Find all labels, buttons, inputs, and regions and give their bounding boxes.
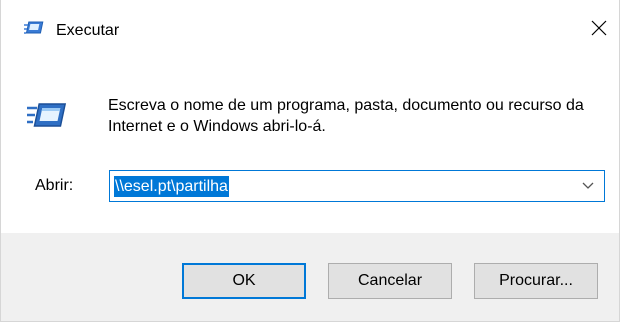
cancel-button[interactable]: Cancelar: [328, 263, 452, 299]
title-bar[interactable]: Executar: [1, 0, 619, 62]
close-button[interactable]: [579, 10, 619, 50]
run-dialog: Executar Escreva o nome de um programa, …: [0, 0, 620, 322]
button-bar: OK Cancelar Procurar...: [1, 233, 619, 321]
close-icon: [591, 20, 607, 41]
open-label: Abrir:: [35, 177, 74, 194]
dropdown-button[interactable]: [572, 171, 604, 201]
run-icon: [24, 21, 46, 39]
browse-button[interactable]: Procurar...: [474, 263, 598, 299]
window-title: Executar: [56, 22, 120, 39]
run-icon: [25, 100, 69, 134]
chevron-down-icon: [582, 177, 594, 195]
open-combobox[interactable]: \\esel.pt\partilha: [109, 170, 605, 202]
dialog-description: Escreva o nome de um programa, pasta, do…: [108, 97, 584, 135]
open-input[interactable]: \\esel.pt\partilha: [114, 176, 229, 197]
ok-button[interactable]: OK: [182, 263, 306, 299]
